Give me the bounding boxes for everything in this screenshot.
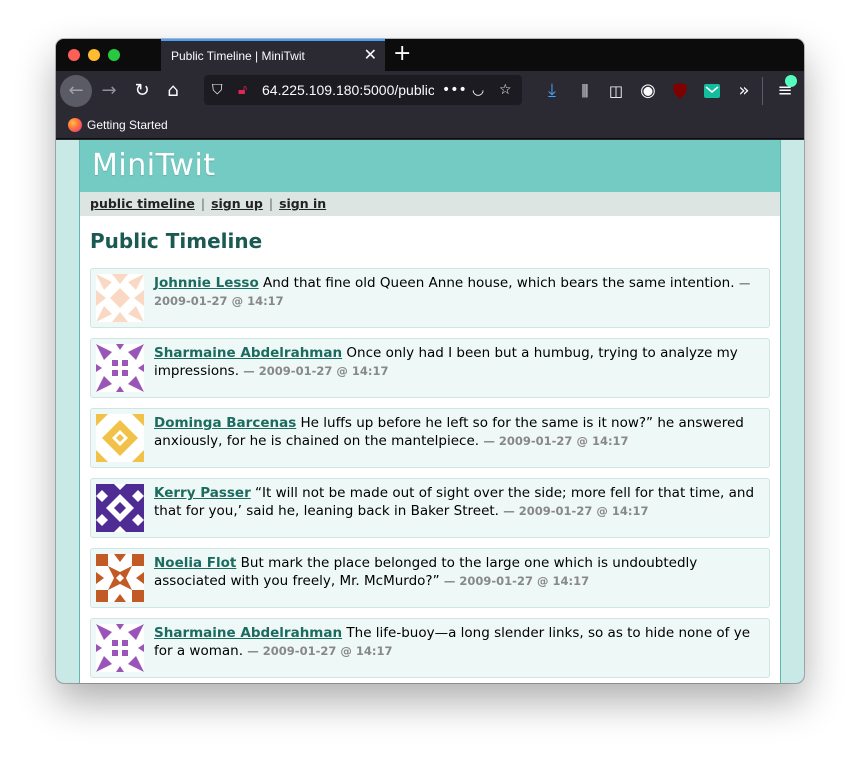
avatar-icon [96,344,144,392]
author-link[interactable]: Dominga Barcenas [154,415,296,431]
nav-public-timeline-link[interactable]: public timeline [90,196,195,211]
site-navigation: public timeline | sign up | sign in [80,192,780,216]
page-container: MiniTwit public timeline | sign up | sign in… [79,140,781,683]
ublock-shield-icon [673,83,687,99]
navigation-toolbar: ← → ↻ ⌂ ⛉ 🔓︎ 64.225.109.180:5000/public … [56,71,804,111]
page-title: Public Timeline [90,229,263,253]
tab-title: Public Timeline | MiniTwit [171,49,305,63]
message-text: But mark the place belonged to the large… [154,555,698,589]
avatar-icon [96,484,144,532]
close-tab-icon[interactable]: ✕ [364,41,377,71]
close-window-button[interactable] [68,49,80,61]
bookmark-star-icon[interactable]: ☆ [499,75,512,105]
bookmarks-toolbar: Getting Started [56,111,804,139]
url-bar[interactable]: ⛉ 🔓︎ 64.225.109.180:5000/public ••• ◡ ☆ [204,75,522,105]
avatar-icon [96,554,144,602]
site-title: MiniTwit [80,140,780,192]
author-link[interactable]: Johnnie Lesso [154,275,259,291]
avatar-icon [96,414,144,462]
nav-sign-up-link[interactable]: sign up [211,196,263,211]
message-item: Sharmaine Abdelrahman Once only had I be… [90,338,770,398]
nav-sign-in-link[interactable]: sign in [279,196,326,211]
update-badge-icon [785,75,797,87]
message-timestamp: — 2009-01-27 @ 14:17 [443,574,590,588]
pocket-icon[interactable]: ◡ [472,75,484,105]
bookmark-getting-started[interactable]: Getting Started [68,111,168,139]
message-item: Kerry Passer “It will not be made out of… [90,478,770,538]
zoom-window-button[interactable] [108,49,120,61]
shield-icon[interactable]: ⛉ [212,75,223,105]
browser-window: Public Timeline | MiniTwit ✕ + ← → ↻ ⌂ ⛉… [56,39,804,683]
author-link[interactable]: Kerry Passer [154,485,251,501]
url-text[interactable]: 64.225.109.180:5000/public [262,75,434,105]
message-item: Dominga Barcenas He luffs up before he l… [90,408,770,468]
author-link[interactable]: Sharmaine Abdelrahman [154,345,342,361]
home-button[interactable]: ⌂ [157,75,189,107]
title-bar: Public Timeline | MiniTwit ✕ + [56,39,804,71]
message-text: And that fine old Queen Anne house, whic… [263,275,735,291]
sidebar-icon[interactable]: ◫ [600,75,632,107]
nav-separator: | [268,196,274,211]
bookmark-label: Getting Started [87,118,168,132]
author-link[interactable]: Sharmaine Abdelrahman [154,625,342,641]
reload-button[interactable]: ↻ [126,75,158,107]
forward-button[interactable]: → [93,75,125,107]
email-extension-icon[interactable] [696,75,728,107]
message-item: Sharmaine Abdelrahman The life-buoy—a lo… [90,618,770,678]
downloads-icon[interactable]: ⤓ [536,75,568,107]
page-actions-icon[interactable]: ••• [442,75,467,105]
new-tab-button[interactable]: + [393,41,411,67]
firefox-logo-icon [68,118,82,132]
page-viewport: MiniTwit public timeline | sign up | sign in… [56,140,804,683]
back-button[interactable]: ← [60,75,92,107]
author-link[interactable]: Noelia Flot [154,555,236,571]
library-icon[interactable]: ⫼ [569,75,601,107]
account-icon[interactable]: ◉ [632,75,664,107]
message-item: Noelia Flot But mark the place belonged … [90,548,770,608]
overflow-menu-icon[interactable]: » [728,75,760,107]
avatar-icon [96,274,144,322]
nav-separator: | [200,196,206,211]
message-timestamp: — 2009-01-27 @ 14:17 [247,644,393,658]
toolbar-divider [762,77,763,105]
message-timestamp: — 2009-01-27 @ 14:17 [503,504,649,518]
ublock-icon[interactable] [664,75,696,107]
message-timestamp: — 2009-01-27 @ 14:17 [483,434,629,448]
minimize-window-button[interactable] [88,49,100,61]
message-list: Johnnie Lesso And that fine old Queen An… [90,268,770,683]
insecure-lock-icon[interactable]: 🔓︎ [238,75,247,105]
avatar-icon [96,624,144,672]
message-timestamp: — 2009-01-27 @ 14:17 [243,364,389,378]
tab-public-timeline[interactable]: Public Timeline | MiniTwit ✕ [161,39,385,71]
message-item: Johnnie Lesso And that fine old Queen An… [90,268,770,328]
envelope-icon [704,84,720,98]
